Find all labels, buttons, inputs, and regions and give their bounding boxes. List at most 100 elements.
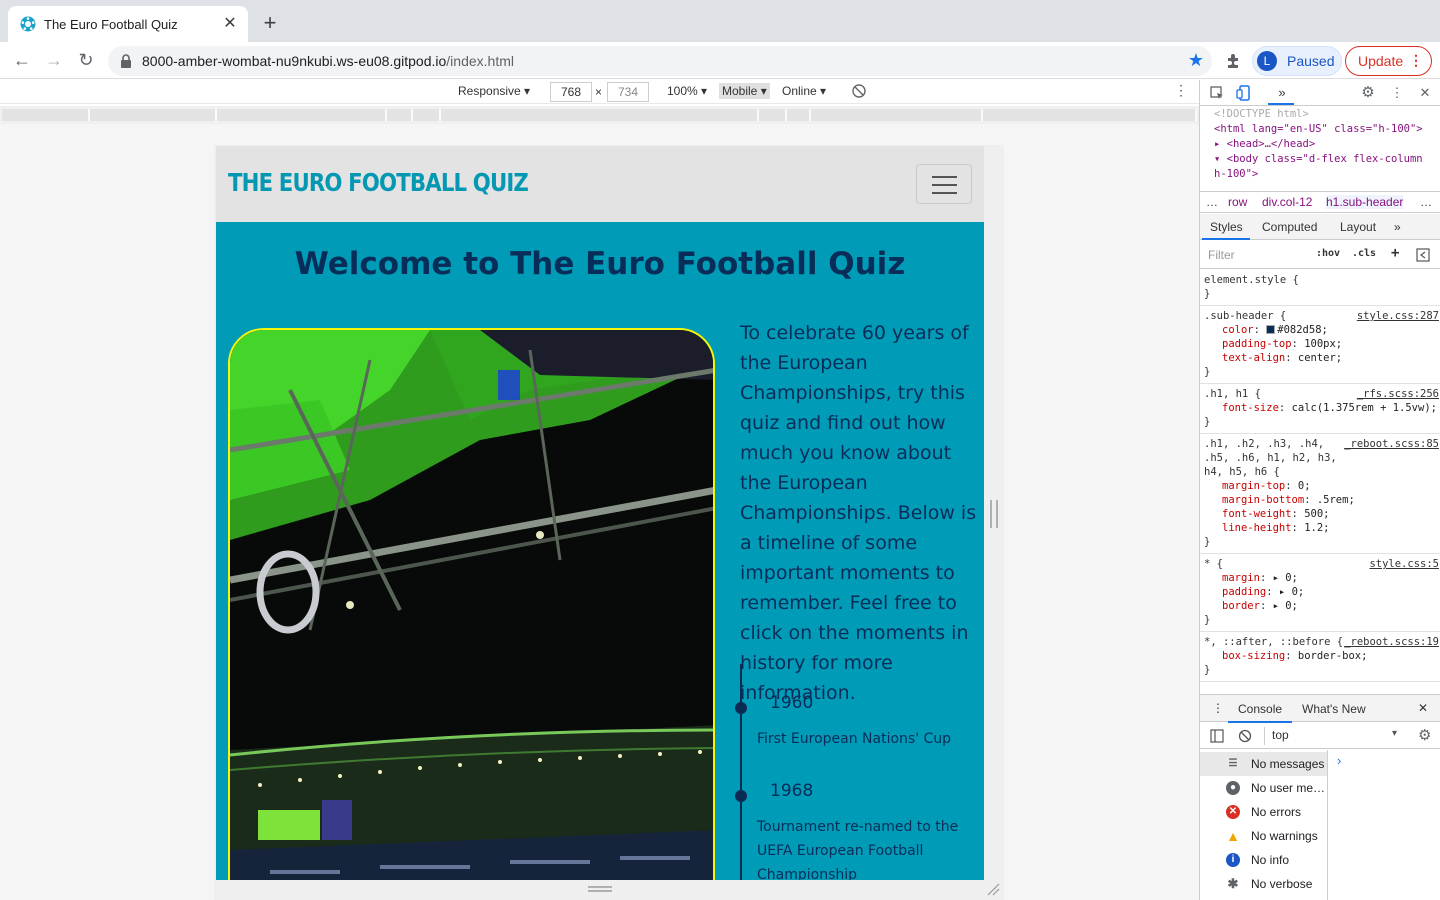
breadcrumb-item[interactable]: … bbox=[1420, 195, 1432, 209]
toggle-sidebar-icon[interactable] bbox=[1416, 248, 1430, 262]
ruler-segment[interactable] bbox=[217, 109, 387, 121]
rotate-icon[interactable] bbox=[852, 84, 866, 98]
css-source-link[interactable]: _rfs.scss:256 bbox=[1357, 387, 1439, 401]
ruler-segment[interactable] bbox=[90, 109, 217, 121]
css-declaration[interactable]: margin-bottom: .5rem; bbox=[1204, 493, 1437, 507]
css-declaration[interactable]: padding: ▸ 0; bbox=[1204, 585, 1437, 599]
back-icon[interactable]: ← bbox=[10, 49, 34, 73]
dom-node[interactable]: ▸ <head>…</head> bbox=[1214, 137, 1440, 152]
css-rule[interactable]: .h1, .h2, .h3, .h4, .h5, .h6, h1, h2, h3… bbox=[1200, 434, 1440, 554]
tab-styles[interactable]: Styles bbox=[1210, 220, 1243, 234]
filter-messages[interactable]: ☰ No messages bbox=[1200, 752, 1327, 776]
breadcrumb-item[interactable]: … bbox=[1206, 195, 1218, 209]
css-declaration[interactable]: line-height: 1.2; bbox=[1204, 521, 1437, 535]
css-declaration[interactable]: padding-top: 100px; bbox=[1204, 337, 1437, 351]
css-rule[interactable]: element.style {} bbox=[1200, 270, 1440, 306]
ruler-segment[interactable] bbox=[787, 109, 811, 121]
navbar-toggler-button[interactable] bbox=[916, 164, 972, 204]
css-rule[interactable]: .h1, h1 {_rfs.scss:256 font-size: calc(1.… bbox=[1200, 384, 1440, 434]
browser-tab[interactable]: The Euro Football Quiz ✕ bbox=[8, 6, 248, 42]
css-declaration[interactable]: font-size: calc(1.375rem + 1.5vw); bbox=[1204, 401, 1437, 415]
network-dropdown[interactable]: Online ▾ bbox=[782, 84, 826, 98]
css-declaration[interactable]: margin-top: 0; bbox=[1204, 479, 1437, 493]
class-toggle[interactable]: .cls bbox=[1352, 248, 1376, 259]
site-brand[interactable]: THE EURO FOOTBALL QUIZ bbox=[228, 168, 529, 197]
filter-info[interactable]: i No info bbox=[1200, 848, 1327, 872]
device-toolbar-more-icon[interactable]: ⋮ bbox=[1174, 82, 1188, 99]
filter-user-messages[interactable]: ● No user me… bbox=[1200, 776, 1327, 800]
css-rule[interactable]: .sub-header {style.css:287 color: #082d58… bbox=[1200, 306, 1440, 384]
close-tab-icon[interactable]: ✕ bbox=[220, 14, 240, 34]
css-declaration[interactable]: text-align: center; bbox=[1204, 351, 1437, 365]
dom-node[interactable]: <!DOCTYPE html> bbox=[1214, 107, 1440, 122]
zoom-dropdown[interactable]: 100% ▾ bbox=[667, 84, 707, 98]
address-bar[interactable]: 8000-amber-wombat-nu9nkubi.ws-eu08.gitpo… bbox=[108, 46, 1212, 76]
forward-icon[interactable]: → bbox=[42, 49, 66, 73]
css-declaration[interactable]: border: ▸ 0; bbox=[1204, 599, 1437, 613]
width-input[interactable]: 768 bbox=[550, 82, 592, 102]
dom-node[interactable]: <html lang="en-US" class="h-100"> bbox=[1214, 122, 1440, 137]
css-source-link[interactable]: style.css:5 bbox=[1369, 557, 1439, 571]
tab-layout[interactable]: Layout bbox=[1340, 220, 1376, 234]
resize-handle-bottom[interactable] bbox=[588, 886, 612, 892]
device-toggle-icon[interactable] bbox=[1236, 85, 1252, 101]
ruler-segment[interactable] bbox=[413, 109, 441, 121]
breadcrumb-item[interactable]: h1.sub-header bbox=[1326, 195, 1404, 209]
css-source-link[interactable]: _reboot.scss:19 bbox=[1344, 635, 1439, 649]
new-tab-icon[interactable]: + bbox=[258, 12, 282, 36]
dom-node[interactable]: ▾ <body class="d-flex flex-column h-100"… bbox=[1214, 152, 1440, 182]
more-panels-chevron-icon[interactable]: » bbox=[1274, 85, 1290, 101]
ruler-segment[interactable] bbox=[983, 109, 1197, 121]
timeline-year[interactable]: 1968 bbox=[770, 781, 813, 801]
hover-state-toggle[interactable]: :hov bbox=[1316, 248, 1340, 259]
timeline-description[interactable]: Tournament re-named to the UEFA European… bbox=[757, 815, 972, 880]
breadcrumb-item[interactable]: row bbox=[1228, 195, 1247, 209]
timeline-description[interactable]: First European Nations' Cup bbox=[757, 727, 972, 751]
console-sidebar-icon[interactable] bbox=[1210, 729, 1224, 743]
bookmark-star-icon[interactable]: ★ bbox=[1188, 50, 1204, 71]
ruler-segment[interactable] bbox=[811, 109, 983, 121]
console-settings-gear-icon[interactable]: ⚙ bbox=[1418, 726, 1431, 744]
ruler-segment[interactable] bbox=[387, 109, 413, 121]
filter-warnings[interactable]: ▲ No warnings bbox=[1200, 824, 1327, 848]
tab-console[interactable]: Console bbox=[1238, 702, 1282, 716]
tab-more[interactable]: » bbox=[1394, 220, 1401, 234]
css-source-link[interactable]: style.css:287 bbox=[1357, 309, 1439, 323]
css-declaration[interactable]: margin: ▸ 0; bbox=[1204, 571, 1437, 585]
extensions-puzzle-icon[interactable] bbox=[1224, 51, 1244, 71]
css-source-link[interactable]: _reboot.scss:85 bbox=[1344, 437, 1439, 451]
ruler-segment[interactable] bbox=[2, 109, 90, 121]
close-devtools-icon[interactable]: ✕ bbox=[1417, 85, 1433, 101]
styles-filter-input[interactable]: Filter bbox=[1204, 245, 1304, 265]
css-declaration[interactable]: color: #082d58; bbox=[1204, 323, 1437, 337]
filter-verbose[interactable]: ✱ No verbose bbox=[1200, 872, 1327, 896]
css-rule[interactable]: *, ::after, ::before {_reboot.scss:19 box… bbox=[1200, 632, 1440, 682]
breadcrumb-item[interactable]: div.col-12 bbox=[1262, 195, 1312, 209]
drawer-menu-icon[interactable]: ⋮ bbox=[1212, 701, 1224, 715]
clear-console-icon[interactable] bbox=[1238, 729, 1252, 743]
reload-icon[interactable]: ↻ bbox=[74, 49, 98, 73]
profile-button[interactable]: L Paused bbox=[1252, 46, 1342, 76]
update-button[interactable]: Update ⋮ bbox=[1345, 46, 1432, 76]
new-rule-plus-icon[interactable]: + bbox=[1391, 245, 1399, 261]
filter-errors[interactable]: ✕ No errors bbox=[1200, 800, 1327, 824]
height-input[interactable]: 734 bbox=[607, 82, 649, 102]
console-prompt-icon[interactable]: › bbox=[1337, 753, 1341, 768]
ruler-segment[interactable] bbox=[441, 109, 759, 121]
css-declaration[interactable]: box-sizing: border-box; bbox=[1204, 649, 1437, 663]
tab-computed[interactable]: Computed bbox=[1262, 220, 1317, 234]
ruler-segment[interactable] bbox=[759, 109, 787, 121]
timeline-year[interactable]: 1960 bbox=[770, 693, 813, 713]
css-rule[interactable]: * {style.css:5 margin: ▸ 0; padding: ▸ 0; b… bbox=[1200, 554, 1440, 632]
devtools-more-icon[interactable]: ⋮ bbox=[1389, 85, 1405, 101]
resize-corner-icon[interactable] bbox=[986, 882, 1000, 896]
tab-whats-new[interactable]: What's New bbox=[1302, 702, 1366, 716]
settings-gear-icon[interactable]: ⚙ bbox=[1360, 85, 1376, 101]
inspect-element-icon[interactable] bbox=[1209, 85, 1225, 101]
resize-handle-right[interactable] bbox=[990, 500, 998, 528]
context-selector[interactable]: top bbox=[1272, 728, 1289, 742]
throttle-dropdown[interactable]: Mobile ▾ bbox=[719, 83, 770, 99]
close-drawer-icon[interactable]: ✕ bbox=[1418, 701, 1428, 715]
dimensions-dropdown[interactable]: Responsive ▾ bbox=[458, 84, 530, 98]
css-declaration[interactable]: font-weight: 500; bbox=[1204, 507, 1437, 521]
